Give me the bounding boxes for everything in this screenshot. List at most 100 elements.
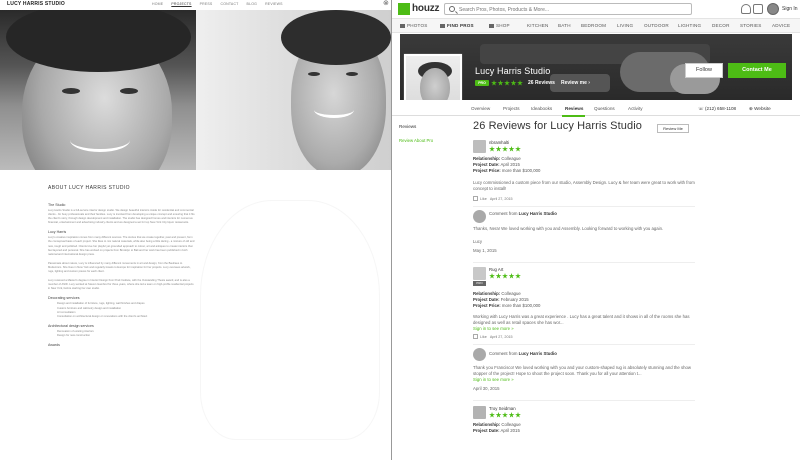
- review-meta: Relationship: Colleague Project Date: Ap…: [473, 156, 540, 174]
- reviewer-avatar[interactable]: [473, 406, 486, 419]
- search-box: [444, 3, 692, 15]
- service-item: Consultation on architectural design or …: [57, 314, 148, 318]
- studio-website-pane: LUCY HARRIS STUDIO HOME PROJECTS PRESS C…: [0, 0, 391, 460]
- tab-questions[interactable]: Questions: [594, 106, 615, 111]
- search-input[interactable]: [459, 5, 679, 14]
- phone-number[interactable]: ☏ (212) 658-1108: [698, 106, 736, 112]
- close-icon[interactable]: ⊗: [383, 0, 391, 8]
- find-pros-icon: [440, 23, 445, 28]
- nav-photos[interactable]: PHOTOS: [400, 23, 428, 28]
- star-icon: [489, 146, 495, 152]
- nav-kitchen[interactable]: KITCHEN: [527, 23, 549, 28]
- nav-find-pros[interactable]: FIND PROS: [440, 23, 474, 28]
- houzz-logo-text[interactable]: houzz: [412, 3, 440, 14]
- nav-stories[interactable]: STORIES: [740, 23, 761, 28]
- star-icon: [508, 146, 515, 152]
- review-rating-stars: [489, 273, 521, 279]
- inbox-icon[interactable]: [753, 4, 763, 14]
- nav-shop[interactable]: SHOP: [489, 23, 510, 28]
- reviews-count-link[interactable]: 26 Reviews: [528, 80, 555, 86]
- portrait-smile: [70, 128, 130, 152]
- studio-nav-contact[interactable]: CONTACT: [220, 2, 238, 6]
- like-checkbox[interactable]: [473, 196, 478, 201]
- sign-in-see-more-link[interactable]: Sign in to see more »: [473, 377, 695, 383]
- studio-nav-press[interactable]: PRESS: [200, 2, 213, 6]
- studio-text: Lucy Harris Studio is a full-service int…: [48, 209, 195, 225]
- nav-advice[interactable]: ADVICE: [772, 23, 790, 28]
- sign-in-link[interactable]: Sign In: [782, 6, 798, 12]
- about-title: ABOUT LUCY HARRIS STUDIO: [48, 185, 130, 191]
- star-icon: [504, 80, 510, 86]
- review-posted-date: April 27, 2015: [489, 197, 513, 201]
- contact-me-button[interactable]: Contact Me: [728, 63, 786, 78]
- relationship-label: Relationship:: [473, 422, 501, 427]
- education-text: Lucy received a Master's degree in Inter…: [48, 279, 194, 291]
- website-link[interactable]: ⊕ Website: [749, 106, 771, 112]
- studio-comment-avatar[interactable]: [473, 210, 486, 223]
- like-label[interactable]: Like: [480, 335, 487, 339]
- star-icon: [495, 273, 502, 279]
- nav-lighting[interactable]: LIGHTING: [678, 23, 701, 28]
- review-separator: [473, 344, 695, 345]
- studio-nav-projects[interactable]: PROJECTS: [171, 2, 191, 6]
- comment-text: Thanks, Nera! We loved working with you …: [473, 226, 664, 231]
- nav-outdoor[interactable]: OUTDOOR: [644, 23, 669, 28]
- user-avatar-icon[interactable]: [767, 3, 779, 15]
- comment-date: May 1, 2015: [473, 248, 497, 253]
- tab-reviews[interactable]: Reviews: [565, 106, 583, 111]
- star-icon: [495, 412, 502, 418]
- like-checkbox[interactable]: [473, 334, 478, 339]
- tab-overview[interactable]: Overview: [471, 106, 490, 111]
- search-icon[interactable]: [449, 6, 455, 12]
- studio-comment-avatar[interactable]: [473, 348, 486, 361]
- nav-bedroom[interactable]: BEDROOM: [581, 23, 606, 28]
- studio-heading: The Studio: [48, 203, 66, 207]
- nav-decor[interactable]: DECOR: [712, 23, 730, 28]
- comment-author[interactable]: Lucy Harris Studio: [519, 351, 557, 356]
- arch-heading: Architectural design services: [48, 323, 94, 328]
- review-rating-stars: [489, 146, 521, 152]
- review-text: Working with Lucy Harris was a great exp…: [473, 314, 690, 325]
- studio-nav-blog[interactable]: BLOG: [247, 2, 258, 6]
- review-item: PRO Rug Art Relationship: Colleague Proj…: [473, 267, 695, 397]
- star-icon: [502, 412, 508, 418]
- tab-activity[interactable]: Activity: [628, 106, 643, 111]
- tab-projects[interactable]: Projects: [503, 106, 520, 111]
- portrait-photo-profile: [196, 10, 391, 170]
- like-row: Like April 27, 2015: [473, 196, 513, 201]
- profile-tabs: Overview Projects Ideabooks Reviews Ques…: [392, 100, 800, 117]
- comment-prefix: Comment from: [489, 351, 518, 356]
- like-label[interactable]: Like: [480, 197, 487, 201]
- studio-nav-reviews[interactable]: REVIEWS: [265, 2, 283, 6]
- reviewer-name[interactable]: nbramhalti: [489, 140, 509, 145]
- review-me-link[interactable]: Review me ›: [561, 80, 590, 86]
- sidebar-review-about-pro-link[interactable]: Review About Pro: [399, 138, 433, 143]
- review-me-button[interactable]: Review Me: [657, 124, 689, 133]
- bell-icon[interactable]: [741, 4, 751, 14]
- reviewer-avatar[interactable]: [473, 140, 486, 153]
- comment-author[interactable]: Lucy Harris Studio: [519, 211, 557, 216]
- like-row: Like April 27, 2015: [473, 334, 513, 339]
- studio-brand[interactable]: LUCY HARRIS STUDIO: [7, 1, 65, 7]
- reviewer-name[interactable]: Troy Seidman: [489, 406, 516, 411]
- nav-living[interactable]: LIVING: [617, 23, 633, 28]
- star-icon: [502, 146, 508, 152]
- follow-button[interactable]: Follow: [685, 63, 723, 78]
- comment-prefix: Comment from: [489, 211, 518, 216]
- houzz-header: houzz Sign In: [392, 0, 800, 19]
- studio-nav-home[interactable]: HOME: [152, 2, 163, 6]
- sign-in-see-more-link[interactable]: Sign in to see more »: [473, 326, 695, 332]
- nav-shop-label: SHOP: [496, 23, 510, 28]
- relationship-label: Relationship:: [473, 291, 501, 296]
- photos-icon: [400, 23, 405, 28]
- studio-menu: HOME PROJECTS PRESS CONTACT BLOG REVIEWS: [152, 2, 283, 6]
- houzz-logo-icon[interactable]: [398, 3, 410, 15]
- portrait-eye: [308, 72, 320, 76]
- star-icon: [489, 412, 495, 418]
- tab-ideabooks[interactable]: Ideabooks: [531, 106, 552, 111]
- project-date-value: February 2015: [500, 297, 529, 302]
- portrait-eye: [62, 88, 80, 94]
- reviewer-avatar[interactable]: [473, 267, 486, 280]
- nav-bath[interactable]: BATH: [558, 23, 571, 28]
- reviewer-name[interactable]: Rug Art: [489, 267, 503, 272]
